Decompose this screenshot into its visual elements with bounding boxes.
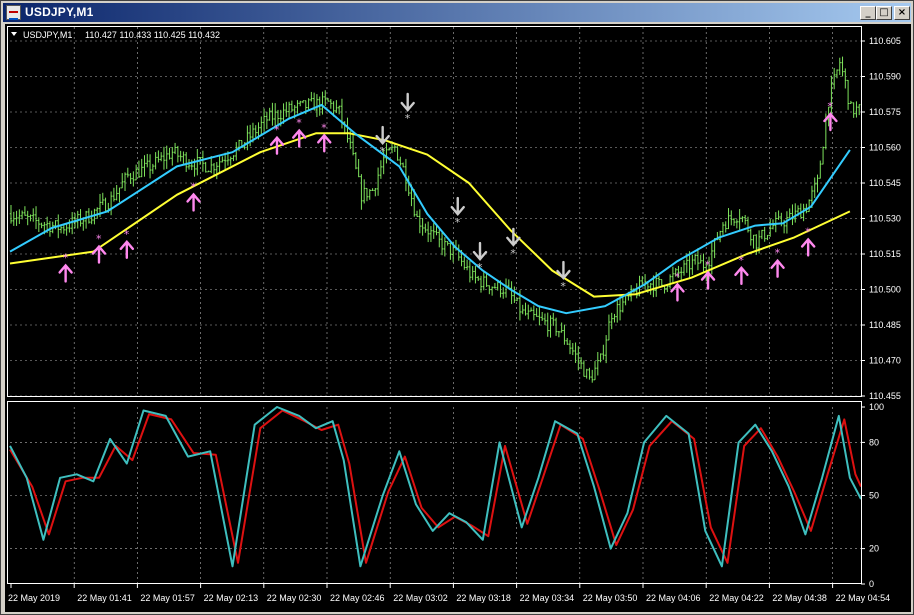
buy-arrow-icon — [119, 239, 135, 259]
buy-arrow-icon — [186, 192, 201, 212]
buy-star-icon: * — [705, 259, 711, 272]
buy-star-icon: * — [274, 124, 280, 137]
buy-star-icon: * — [321, 121, 327, 134]
time-tick-label: 22 May 01:41 — [77, 593, 132, 603]
stochastic-pane-frame — [7, 401, 862, 584]
maximize-button[interactable]: □ — [876, 6, 892, 20]
price-tick-label: 110.545 — [869, 178, 901, 188]
pane-frames — [7, 26, 862, 584]
sell-star-icon: * — [560, 280, 566, 293]
buy-star-icon: * — [827, 100, 833, 113]
stochastic-tick-label: 20 — [869, 544, 879, 554]
price-tick-label: 110.455 — [869, 391, 901, 401]
price-pane-frame — [7, 26, 862, 397]
sell-star-icon: * — [455, 216, 461, 229]
time-tick-label: 22 May 03:02 — [393, 593, 448, 603]
time-tick-label: 22 May 04:22 — [709, 593, 764, 603]
signal-arrows: * * * * * * * * * * * * * * * * * * * — [58, 92, 838, 302]
chart-header-symbol: USDJPY,M1 — [23, 30, 72, 40]
price-tick-label: 110.575 — [869, 107, 901, 117]
buy-star-icon: * — [674, 270, 680, 283]
time-tick-label: 22 May 04:54 — [836, 593, 891, 603]
stochastic-grid — [10, 407, 861, 584]
buy-star-icon: * — [296, 117, 302, 130]
buy-star-icon: * — [775, 247, 781, 260]
price-tick-label: 110.470 — [869, 356, 901, 366]
time-tick-label: 22 May 04:38 — [772, 593, 827, 603]
buy-arrow-icon — [700, 270, 716, 290]
chart-window-icon — [6, 5, 21, 20]
price-tick-label: 110.485 — [869, 320, 901, 330]
sell-star-icon: * — [405, 112, 411, 125]
time-tick-label: 22 May 04:06 — [646, 593, 701, 603]
price-grid — [10, 27, 861, 397]
time-axis: 22 May 2019 22 May 01:41 22 May 01:57 22 Ma… — [8, 584, 890, 603]
sell-arrow-icon — [400, 92, 415, 112]
price-tick-label: 110.515 — [869, 249, 901, 259]
buy-star-icon: * — [738, 254, 744, 267]
buy-arrow-icon — [800, 237, 816, 257]
time-tick-label: 22 May 03:34 — [520, 593, 575, 603]
buy-arrow-icon — [317, 133, 332, 153]
price-tick-label: 110.560 — [869, 143, 901, 153]
buy-star-icon: * — [96, 233, 102, 246]
sell-star-icon: * — [477, 261, 483, 274]
time-tick-label: 22 May 02:13 — [204, 593, 259, 603]
sell-star-icon: * — [380, 145, 386, 158]
price-tick-label: 110.530 — [869, 214, 901, 224]
time-tick-label: 22 May 2019 — [8, 593, 60, 603]
buy-arrow-icon — [91, 244, 107, 264]
time-tick-label: 22 May 01:57 — [140, 593, 195, 603]
stochastic-axis: 100 80 50 20 0 — [861, 402, 884, 589]
slow-ma-line — [9, 132, 851, 298]
time-tick-label: 22 May 02:46 — [330, 593, 385, 603]
time-tick-label: 22 May 03:50 — [583, 593, 638, 603]
stochastic-tick-label: 50 — [869, 491, 879, 501]
chart-menu-triangle-icon[interactable] — [11, 32, 17, 36]
price-tick-label: 110.605 — [869, 36, 901, 46]
fast-ma-line — [9, 103, 851, 315]
buy-arrow-icon — [670, 282, 685, 302]
moving-averages — [9, 103, 851, 315]
close-button[interactable]: × — [894, 6, 910, 20]
buy-star-icon: * — [805, 225, 811, 238]
window-title: USDJPY,M1 — [25, 5, 94, 19]
sell-star-icon: * — [510, 247, 516, 260]
sell-arrow-icon — [472, 241, 488, 261]
sell-arrow-icon — [450, 196, 465, 216]
buy-star-icon: * — [191, 180, 197, 193]
price-tick-label: 110.590 — [869, 72, 901, 82]
stochastic-tick-label: 80 — [869, 437, 879, 447]
minimize-button[interactable]: _ — [860, 6, 876, 20]
buy-star-icon: * — [124, 228, 130, 241]
chart-canvas[interactable]: * * * * * * * * * * * * * * * * * * * 110.605 110.590 110.57… — [5, 24, 911, 612]
time-tick-label: 22 May 02:30 — [267, 593, 322, 603]
title-bar[interactable]: USDJPY,M1 _ □ × — [3, 3, 911, 22]
chart-area[interactable]: * * * * * * * * * * * * * * * * * * * 110.605 110.590 110.57… — [5, 24, 911, 612]
buy-arrow-icon — [770, 258, 785, 278]
chart-header-ohlc: 110.427 110.433 110.425 110.432 — [85, 30, 220, 40]
buy-arrow-icon — [734, 265, 749, 286]
stochastic-tick-label: 100 — [869, 402, 884, 412]
price-axis: 110.605 110.590 110.575 110.560 110.545 110.5… — [861, 36, 901, 401]
time-tick-label: 22 May 03:18 — [456, 593, 511, 603]
buy-star-icon: * — [63, 251, 69, 264]
stochastic-tick-label: 0 — [869, 579, 874, 589]
buy-arrow-icon — [58, 263, 73, 283]
terminal-window: USDJPY,M1 _ □ × * * * * * * * * * * * * * * * * * * * 110.… — [0, 0, 914, 615]
price-tick-label: 110.500 — [869, 285, 901, 295]
